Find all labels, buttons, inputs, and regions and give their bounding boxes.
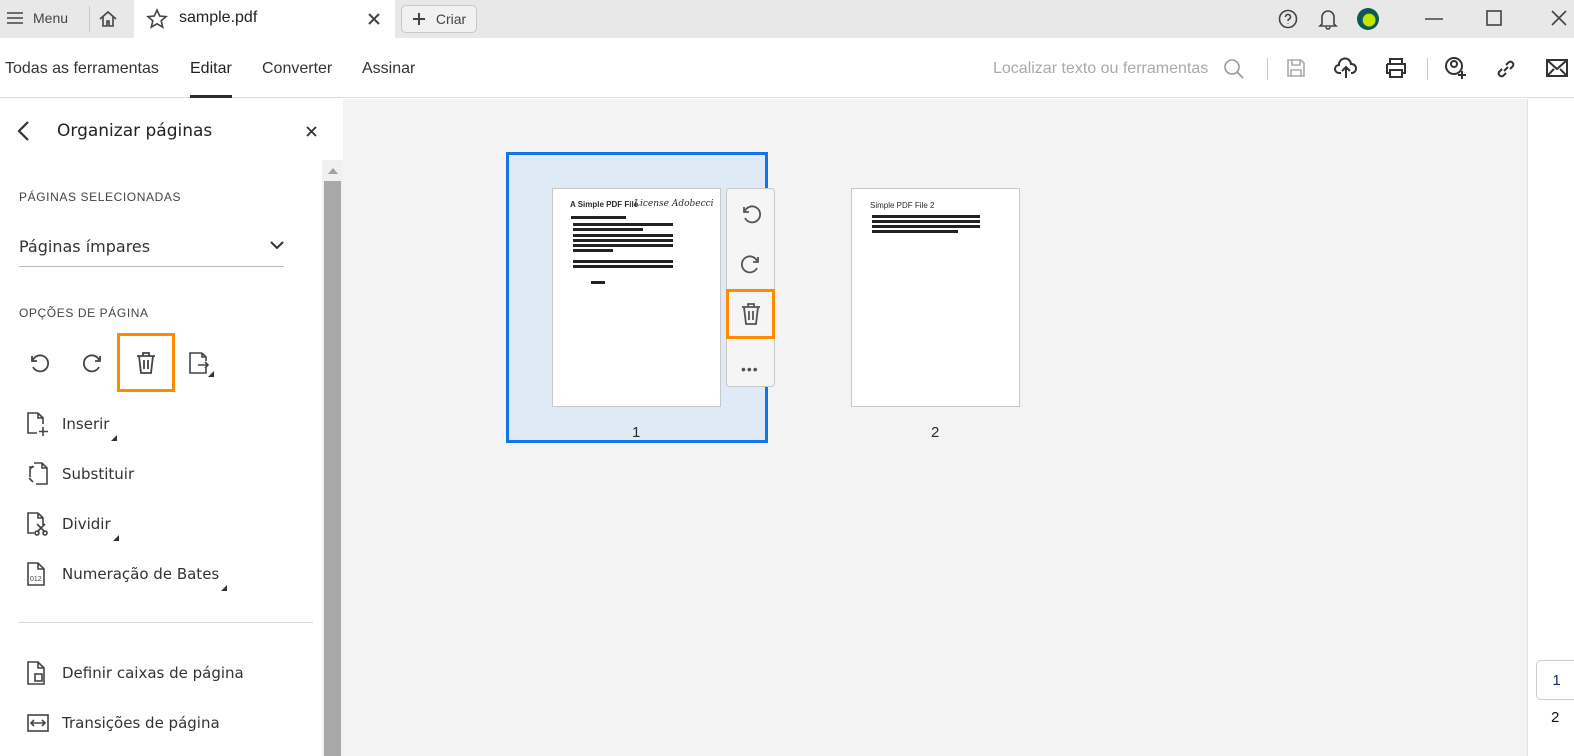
plus-icon [412,13,425,25]
notifications-bell-icon[interactable] [1318,8,1338,30]
signature: License Adobecci [634,199,714,209]
search-input[interactable]: Localizar texto ou ferramentas [993,60,1208,78]
selected-pages-heading: PÁGINAS SELECIONADAS [19,190,182,204]
menu-button[interactable]: Menu [6,10,68,26]
rotate-counterclockwise-icon[interactable] [28,352,50,374]
trash-icon [137,351,155,374]
upload-cloud-icon[interactable] [1334,56,1358,80]
page-transition-icon [27,714,49,732]
replace-page-icon [28,462,48,485]
page-2-number: 2 [931,424,940,441]
close-window-icon[interactable] [1551,10,1567,26]
divider [1267,58,1268,80]
submenu-indicator [208,371,214,377]
svg-text:012: 012 [30,576,42,583]
page-text [571,214,663,221]
user-avatar[interactable] [1357,8,1379,30]
email-icon[interactable] [1546,59,1568,77]
insert-page-icon [27,412,48,436]
page-2-thumbnail[interactable]: Simple PDF File 2 [851,188,1020,407]
tab-all-tools[interactable]: Todas as ferramentas [5,60,159,78]
share-user-icon[interactable] [1444,56,1468,80]
bates-number-icon: 012 [27,562,45,586]
define-page-boxes-option[interactable]: Definir caixas de página [26,660,244,686]
extract-pages-button[interactable] [188,351,214,382]
panel-title: Organizar páginas [57,121,213,141]
insert-option[interactable]: Inserir [26,411,118,441]
tab-edit[interactable]: Editar [190,60,232,78]
link-icon[interactable] [1495,58,1517,80]
page-text [573,258,673,270]
tab-sign[interactable]: Assinar [362,60,415,78]
maximize-icon[interactable] [1486,10,1502,26]
page-text [573,232,673,254]
submenu-indicator [112,535,119,541]
page-options-heading: OPÇÕES DE PÁGINA [19,306,149,320]
rotate-clockwise-icon[interactable] [82,352,104,374]
back-arrow-icon[interactable] [16,121,30,141]
create-button[interactable]: Criar [401,5,477,33]
page-hover-toolbar: ••• [726,188,775,387]
page-nav-2[interactable]: 2 [1551,709,1559,726]
title-bar: Menu sample.pdf Criar [0,0,1574,38]
page-navigation-rail: 1 2 [1527,99,1574,756]
page-box-icon [27,661,45,685]
delete-pages-button[interactable] [117,333,175,392]
page-transitions-option[interactable]: Transições de página [26,710,220,736]
trash-icon [741,303,760,325]
scrollbar-thumb[interactable] [324,181,341,756]
document-tab[interactable]: sample.pdf [134,0,395,38]
divider [1427,58,1428,80]
divider [19,622,313,623]
page-thumbnails-area: A Simple PDF File License Adobecci 1 •••… [343,99,1527,756]
save-icon[interactable] [1286,58,1306,78]
active-tab-indicator [190,95,232,98]
more-options-icon[interactable]: ••• [741,361,759,377]
minimize-icon[interactable] [1424,10,1444,28]
help-icon[interactable] [1278,9,1298,29]
page-1-thumbnail[interactable]: A Simple PDF File License Adobecci [552,188,721,407]
page-nav-1[interactable]: 1 [1536,660,1574,700]
star-icon[interactable] [146,8,168,30]
home-button[interactable] [98,9,118,29]
chevron-down-icon [270,241,284,250]
submenu-indicator [221,585,228,591]
panel-scrollbar[interactable] [322,160,343,756]
page-text [872,213,980,235]
delete-page-button[interactable] [726,289,775,339]
rotate-clockwise-icon[interactable] [740,253,762,275]
page-1-number: 1 [632,424,641,441]
split-option[interactable]: Dividir [26,511,119,541]
replace-option[interactable]: Substituir [26,461,134,487]
close-panel-icon[interactable] [306,126,317,137]
scroll-up-arrow[interactable] [328,168,338,174]
page-selection-dropdown[interactable]: Páginas ímpares [19,229,284,267]
close-tab-icon[interactable] [368,13,380,25]
main-toolbar: Todas as ferramentas Editar Converter As… [0,38,1574,98]
page-text [591,279,605,286]
hamburger-icon [7,12,23,24]
print-icon[interactable] [1384,57,1408,79]
search-icon[interactable] [1223,58,1245,80]
split-scissors-icon [27,512,48,536]
tab-convert[interactable]: Converter [262,60,332,78]
divider [89,6,90,32]
home-icon [99,10,117,27]
submenu-indicator [111,435,118,441]
organize-pages-panel: Organizar páginas PÁGINAS SELECIONADAS P… [0,99,322,756]
rotate-counterclockwise-icon[interactable] [740,203,762,225]
bates-numbering-option[interactable]: 012 Numeração de Bates [26,561,228,591]
